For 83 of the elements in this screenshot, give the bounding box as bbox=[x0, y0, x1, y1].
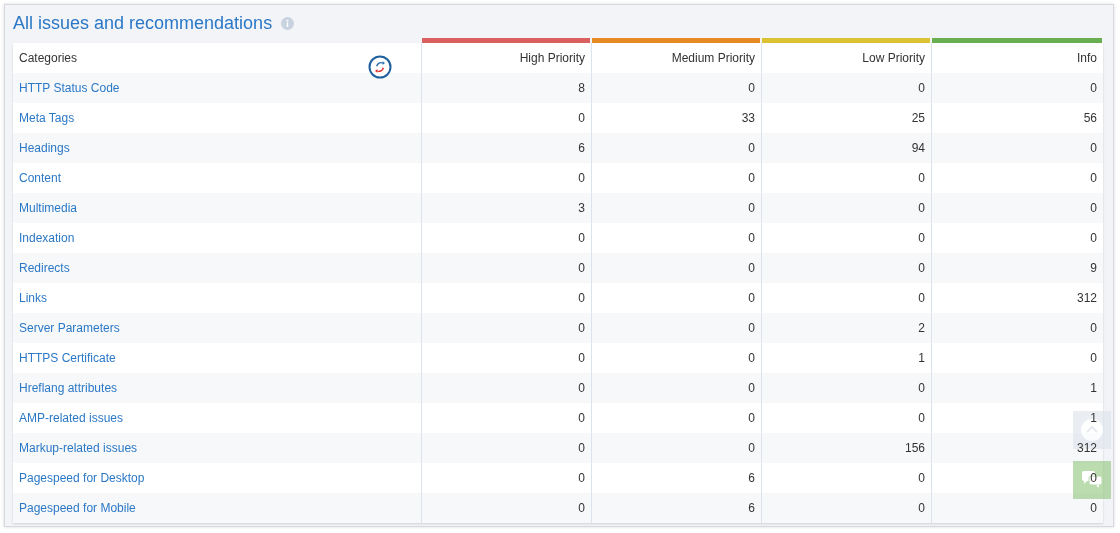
category-link[interactable]: AMP-related issues bbox=[19, 411, 124, 425]
table-cell: 0 bbox=[578, 171, 585, 185]
category-link[interactable]: Pagespeed for Desktop bbox=[19, 471, 145, 485]
table-cell: 0 bbox=[748, 291, 755, 305]
section-title: All issues and recommendations bbox=[13, 12, 273, 34]
table-cell: 312 bbox=[1076, 441, 1097, 455]
table-cell: 0 bbox=[578, 261, 585, 275]
column-header: Medium Priority bbox=[671, 51, 755, 65]
table-cell: 1 bbox=[918, 351, 925, 365]
table-cell: 0 bbox=[578, 441, 585, 455]
table-cell: 0 bbox=[1090, 471, 1097, 485]
table-cell: 156 bbox=[904, 441, 925, 455]
table-cell: 0 bbox=[1090, 141, 1097, 155]
table-cell: 8 bbox=[578, 81, 585, 95]
category-link[interactable]: Indexation bbox=[19, 231, 75, 245]
table-cell: 0 bbox=[578, 321, 585, 335]
table-cell: 0 bbox=[578, 411, 585, 425]
table-cell: 0 bbox=[748, 321, 755, 335]
category-link[interactable]: Redirects bbox=[19, 261, 70, 275]
table-cell: 9 bbox=[1090, 261, 1097, 275]
table-cell: 6 bbox=[748, 471, 755, 485]
table-cell: 0 bbox=[918, 81, 925, 95]
table-cell: 56 bbox=[1083, 111, 1097, 125]
table-cell: 0 bbox=[748, 81, 755, 95]
category-link[interactable]: Pagespeed for Mobile bbox=[19, 501, 136, 515]
table-cell: 0 bbox=[578, 291, 585, 305]
table-cell: 0 bbox=[748, 171, 755, 185]
table-cell: 33 bbox=[741, 111, 755, 125]
table-cell: 0 bbox=[748, 201, 755, 215]
table-cell: 3 bbox=[578, 201, 585, 215]
table-cell: 0 bbox=[918, 411, 925, 425]
table-cell: 6 bbox=[578, 141, 585, 155]
category-link[interactable]: Headings bbox=[19, 141, 70, 155]
table-cell: 0 bbox=[1090, 501, 1097, 515]
table-cell: 0 bbox=[578, 111, 585, 125]
category-link[interactable]: HTTPS Certificate bbox=[19, 351, 116, 365]
column-header: Low Priority bbox=[862, 51, 925, 65]
column-header: High Priority bbox=[519, 51, 585, 65]
table-cell: 0 bbox=[578, 471, 585, 485]
table-cell: 0 bbox=[918, 501, 925, 515]
table-cell: 0 bbox=[748, 231, 755, 245]
table-cell: 0 bbox=[578, 351, 585, 365]
category-link[interactable]: Server Parameters bbox=[19, 321, 120, 335]
table-cell: 0 bbox=[1090, 231, 1097, 245]
category-link[interactable]: Hreflang attributes bbox=[19, 381, 118, 395]
table-cell: 0 bbox=[748, 381, 755, 395]
table-cell: 0 bbox=[748, 411, 755, 425]
table-cell: 0 bbox=[918, 381, 925, 395]
refresh-icon[interactable] bbox=[368, 55, 392, 79]
table-cell: 2 bbox=[918, 321, 925, 335]
category-link[interactable]: HTTP Status Code bbox=[19, 81, 120, 95]
table-cell: 0 bbox=[1090, 351, 1097, 365]
category-link[interactable]: Meta Tags bbox=[19, 111, 75, 125]
table-cell: 0 bbox=[1090, 321, 1097, 335]
table-cell: 0 bbox=[918, 471, 925, 485]
table-cell: 0 bbox=[918, 231, 925, 245]
column-header: Info bbox=[1077, 51, 1097, 65]
table-cell: 312 bbox=[1076, 291, 1097, 305]
table-cell: 0 bbox=[578, 231, 585, 245]
table-cell: 0 bbox=[748, 141, 755, 155]
table-cell: 0 bbox=[748, 261, 755, 275]
table-cell: 0 bbox=[918, 261, 925, 275]
table-cell: 25 bbox=[911, 111, 925, 125]
column-header: Categories bbox=[19, 51, 78, 65]
table-cell: 0 bbox=[1090, 201, 1097, 215]
table-cell: 0 bbox=[1090, 81, 1097, 95]
table-cell: 0 bbox=[918, 171, 925, 185]
table-cell: 1 bbox=[1090, 381, 1097, 395]
category-link[interactable]: Markup-related issues bbox=[19, 441, 138, 455]
table-cell: 94 bbox=[911, 141, 925, 155]
category-link[interactable]: Multimedia bbox=[19, 201, 78, 215]
table-cell: 0 bbox=[578, 501, 585, 515]
table-cell: 0 bbox=[578, 381, 585, 395]
category-link[interactable]: Content bbox=[19, 171, 62, 185]
table-cell: 0 bbox=[1090, 171, 1097, 185]
table-cell: 0 bbox=[918, 291, 925, 305]
table-cell: 6 bbox=[748, 501, 755, 515]
table-cell: 0 bbox=[918, 201, 925, 215]
chat-icon bbox=[1081, 470, 1103, 490]
table-cell: 0 bbox=[748, 441, 755, 455]
category-link[interactable]: Links bbox=[19, 291, 47, 305]
table-cell: 0 bbox=[748, 351, 755, 365]
table-cell: 1 bbox=[1090, 411, 1097, 425]
